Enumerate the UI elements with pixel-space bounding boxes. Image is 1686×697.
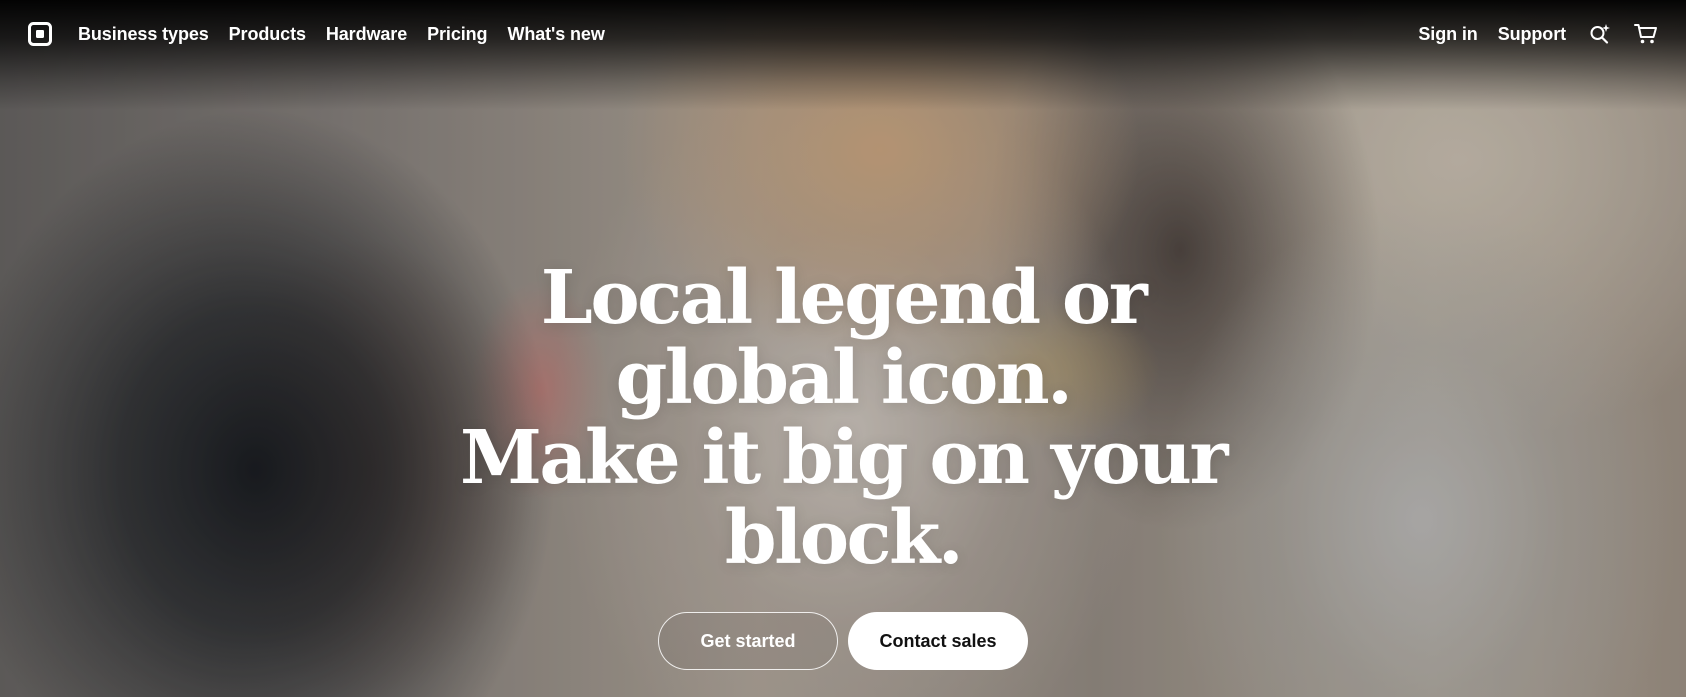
nav-products[interactable]: Products <box>229 24 306 45</box>
nav-whats-new[interactable]: What's new <box>507 24 604 45</box>
headline-line: Local legend or <box>540 255 1148 341</box>
nav-left: Business types Products Hardware Pricing… <box>28 22 625 46</box>
search-sparkle-icon[interactable] <box>1588 22 1612 46</box>
headline-line: block. <box>724 495 964 581</box>
cart-icon[interactable] <box>1634 22 1658 46</box>
square-logo-icon[interactable] <box>28 22 52 46</box>
top-navigation: Business types Products Hardware Pricing… <box>0 0 1686 68</box>
nav-pricing[interactable]: Pricing <box>427 24 487 45</box>
hero-cta-group: Get started Contact sales <box>0 612 1686 670</box>
nav-hardware[interactable]: Hardware <box>326 24 407 45</box>
sign-in-link[interactable]: Sign in <box>1418 24 1477 45</box>
headline-line: Make it big on your <box>460 415 1228 501</box>
nav-business-types[interactable]: Business types <box>78 24 209 45</box>
hero-headline: Local legend or global icon. Make it big… <box>0 258 1686 578</box>
headline-line: global icon. <box>615 335 1073 421</box>
support-link[interactable]: Support <box>1498 24 1566 45</box>
contact-sales-button[interactable]: Contact sales <box>848 612 1028 670</box>
get-started-button[interactable]: Get started <box>658 612 838 670</box>
nav-right: Sign in Support <box>1398 22 1658 46</box>
